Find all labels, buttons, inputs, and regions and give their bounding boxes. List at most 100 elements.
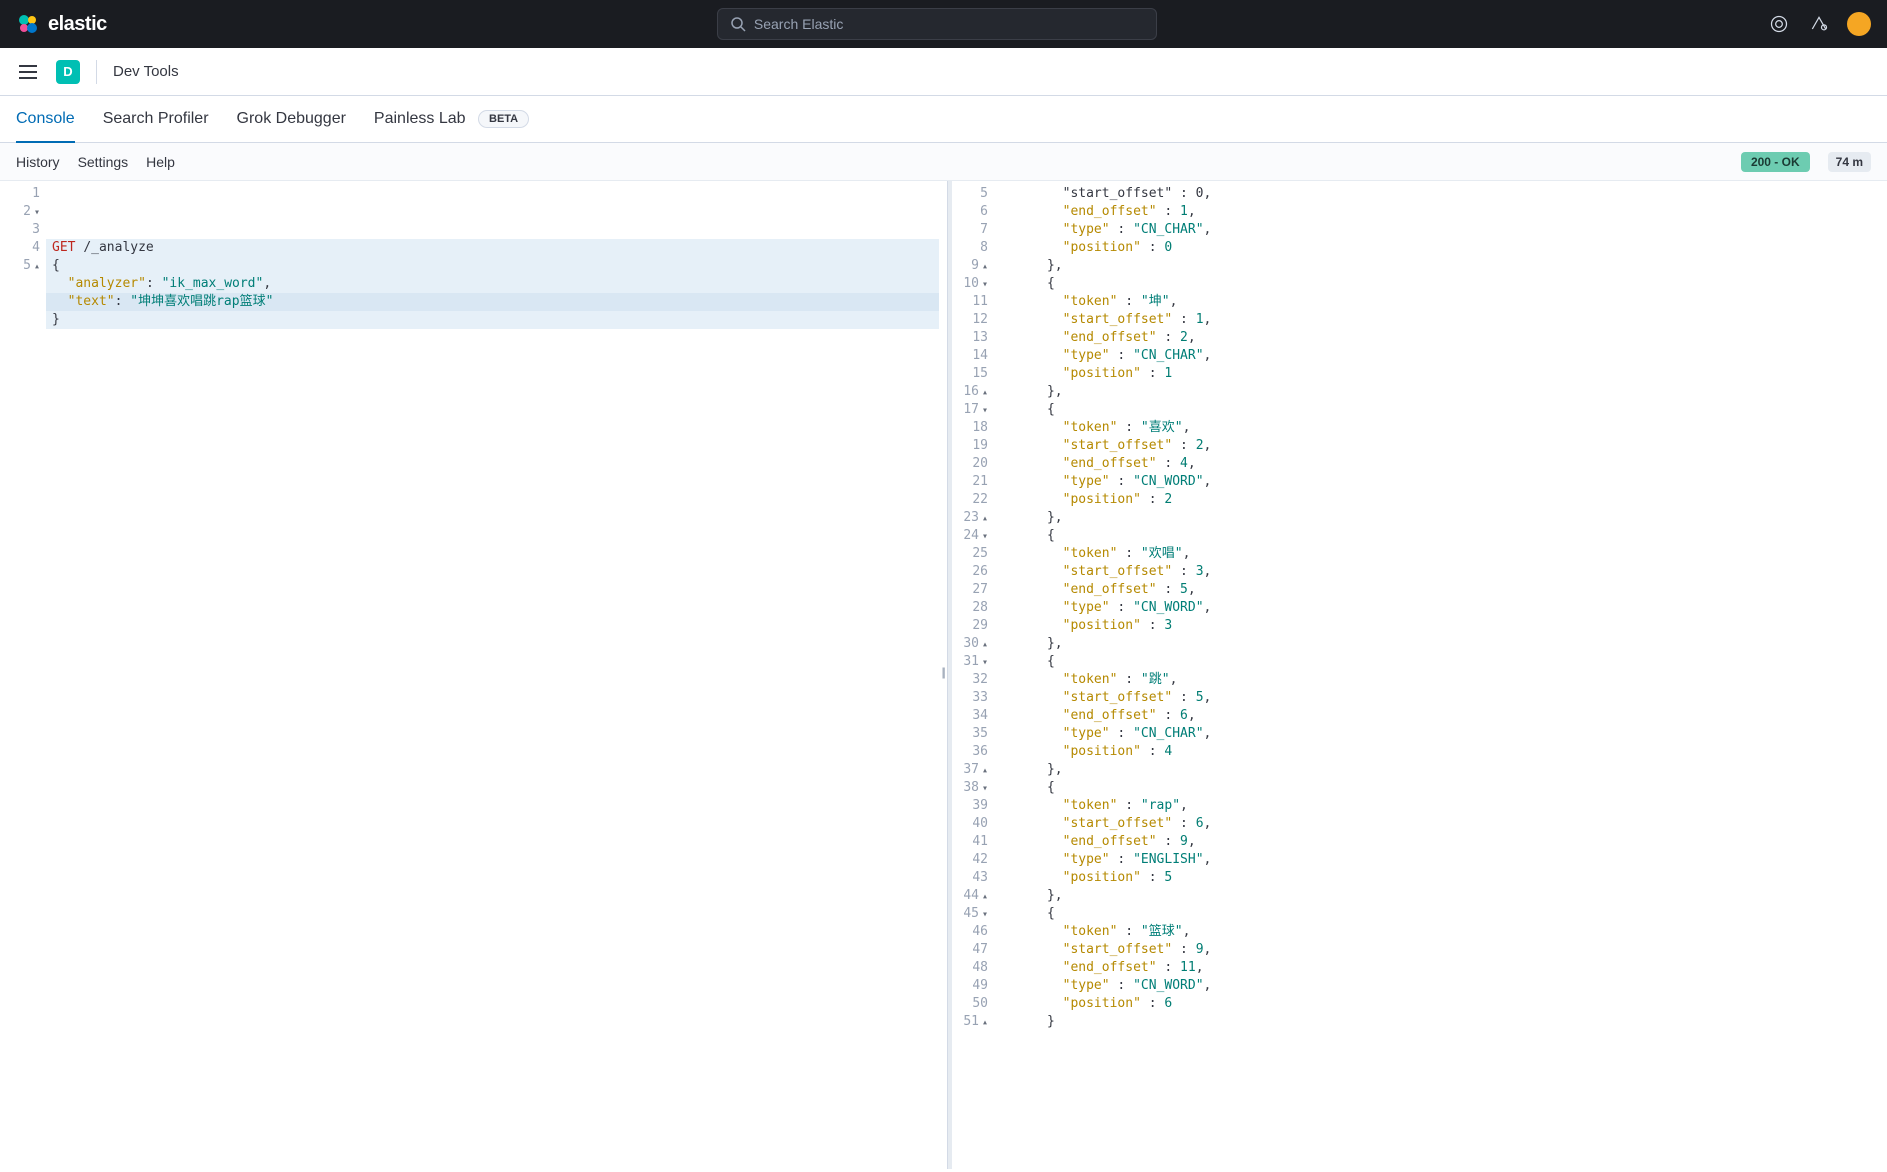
gutter-line: 37▴ xyxy=(962,761,988,779)
gutter-line: 28 xyxy=(962,599,988,617)
code-line: { xyxy=(994,905,1887,923)
search-icon xyxy=(730,16,746,32)
gutter-line: 41 xyxy=(962,833,988,851)
code-line: "type" : "CN_WORD", xyxy=(994,977,1887,995)
gutter-line: 14 xyxy=(962,347,988,365)
gutter-line: 10▾ xyxy=(962,275,988,293)
code-line: "type" : "CN_WORD", xyxy=(994,473,1887,491)
breadcrumb[interactable]: Dev Tools xyxy=(113,63,179,80)
code-line: }, xyxy=(994,635,1887,653)
gutter-line: 34 xyxy=(962,707,988,725)
tab-label: Console xyxy=(16,110,75,127)
gutter-line: 13 xyxy=(962,329,988,347)
code-line: "position" : 5 xyxy=(994,869,1887,887)
gutter-line: 9▴ xyxy=(962,257,988,275)
gutter-line: 49 xyxy=(962,977,988,995)
code-line: "start_offset" : 2, xyxy=(994,437,1887,455)
help-icon[interactable] xyxy=(1807,12,1831,36)
code-line[interactable]: "text": "坤坤喜欢唱跳rap篮球" xyxy=(46,293,939,311)
code-line: "position" : 3 xyxy=(994,617,1887,635)
user-avatar[interactable] xyxy=(1847,12,1871,36)
space-selector[interactable]: D xyxy=(56,60,80,84)
request-gutter: 12▾345▴ xyxy=(0,181,46,1169)
gutter-line: 20 xyxy=(962,455,988,473)
gutter-line: 35 xyxy=(962,725,988,743)
code-line: "type" : "CN_CHAR", xyxy=(994,725,1887,743)
response-code: "start_offset" : 0, "end_offset" : 1, "t… xyxy=(994,181,1887,1169)
timing-badge: 74 m xyxy=(1828,152,1871,172)
code-line: "token" : "欢唱", xyxy=(994,545,1887,563)
gutter-line: 51▴ xyxy=(962,1013,988,1031)
code-line: "type" : "CN_CHAR", xyxy=(994,221,1887,239)
help-link[interactable]: Help xyxy=(146,154,175,170)
status-badge: 200 - OK xyxy=(1741,152,1810,172)
code-line[interactable]: { xyxy=(46,257,939,275)
gutter-line: 23▴ xyxy=(962,509,988,527)
request-editor[interactable]: 12▾345▴ GET /_analyze{ "analyzer": "ik_m… xyxy=(0,181,939,1169)
gutter-line: 33 xyxy=(962,689,988,707)
response-gutter: 56789▴10▾111213141516▴17▾181920212223▴24… xyxy=(948,181,994,1169)
gutter-line: 48 xyxy=(962,959,988,977)
gutter-line: 29 xyxy=(962,617,988,635)
header-right xyxy=(1767,12,1871,36)
code-line: }, xyxy=(994,887,1887,905)
history-link[interactable]: History xyxy=(16,154,60,170)
code-line: "token" : "篮球", xyxy=(994,923,1887,941)
tab-search-profiler[interactable]: Search Profiler xyxy=(103,96,209,142)
code-line: "start_offset" : 9, xyxy=(994,941,1887,959)
gutter-line: 26 xyxy=(962,563,988,581)
code-line: }, xyxy=(994,761,1887,779)
tab-grok-debugger[interactable]: Grok Debugger xyxy=(237,96,346,142)
code-line: { xyxy=(994,527,1887,545)
gutter-line: 7 xyxy=(962,221,988,239)
code-line: "start_offset" : 3, xyxy=(994,563,1887,581)
elastic-logo[interactable]: elastic xyxy=(16,12,107,36)
gutter-line: 32 xyxy=(962,671,988,689)
elastic-logo-icon xyxy=(16,12,40,36)
gutter-line: 44▴ xyxy=(962,887,988,905)
code-line: }, xyxy=(994,383,1887,401)
code-line: "end_offset" : 9, xyxy=(994,833,1887,851)
newsfeed-icon[interactable] xyxy=(1767,12,1791,36)
code-line: "start_offset" : 6, xyxy=(994,815,1887,833)
gutter-line: 15 xyxy=(962,365,988,383)
search-placeholder: Search Elastic xyxy=(754,16,843,32)
gutter-line: 25 xyxy=(962,545,988,563)
gutter-line: 30▴ xyxy=(962,635,988,653)
menu-toggle-icon[interactable] xyxy=(16,60,40,84)
gutter-line: 1 xyxy=(10,185,40,203)
devtools-tabs: Console Search Profiler Grok Debugger Pa… xyxy=(0,96,1887,143)
gutter-line: 38▾ xyxy=(962,779,988,797)
code-line: "token" : "跳", xyxy=(994,671,1887,689)
gutter-line: 46 xyxy=(962,923,988,941)
settings-link[interactable]: Settings xyxy=(78,154,129,170)
gutter-line: 47 xyxy=(962,941,988,959)
wrench-icon[interactable] xyxy=(911,185,927,201)
code-line: "position" : 4 xyxy=(994,743,1887,761)
tab-console[interactable]: Console xyxy=(16,96,75,142)
gutter-line: 8 xyxy=(962,239,988,257)
code-line: }, xyxy=(994,257,1887,275)
play-icon[interactable] xyxy=(885,185,901,201)
code-line[interactable]: "analyzer": "ik_max_word", xyxy=(46,275,939,293)
global-header: elastic Search Elastic xyxy=(0,0,1887,48)
tab-painless-lab[interactable]: Painless Lab BETA xyxy=(374,96,529,142)
gutter-line: 18 xyxy=(962,419,988,437)
code-line[interactable]: } xyxy=(46,311,939,329)
pane-splitter[interactable]: || xyxy=(939,181,947,1169)
global-search-input[interactable]: Search Elastic xyxy=(717,8,1157,40)
code-line: "start_offset" : 5, xyxy=(994,689,1887,707)
gutter-line: 45▾ xyxy=(962,905,988,923)
gutter-line: 5▴ xyxy=(10,257,40,275)
gutter-line: 5 xyxy=(962,185,988,203)
code-line: "end_offset" : 5, xyxy=(994,581,1887,599)
response-viewer[interactable]: 56789▴10▾111213141516▴17▾181920212223▴24… xyxy=(947,181,1887,1169)
code-line: { xyxy=(994,275,1887,293)
code-line[interactable]: GET /_analyze xyxy=(46,239,939,257)
code-line: "end_offset" : 2, xyxy=(994,329,1887,347)
beta-badge: BETA xyxy=(478,110,529,128)
gutter-line: 2▾ xyxy=(10,203,40,221)
request-code[interactable]: GET /_analyze{ "analyzer": "ik_max_word"… xyxy=(46,181,939,1169)
gutter-line: 43 xyxy=(962,869,988,887)
gutter-line: 16▴ xyxy=(962,383,988,401)
